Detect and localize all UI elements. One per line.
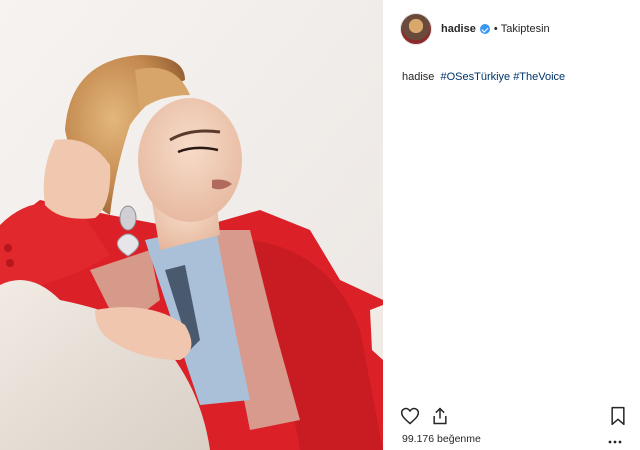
likes-label: beğenme	[437, 433, 481, 445]
post-caption: hadise #OSesTürkiye #TheVoice	[402, 70, 565, 84]
likes-count[interactable]: 99.176 beğenme	[402, 433, 481, 445]
post-photo[interactable]	[0, 0, 383, 450]
post-panel: hadise • Takiptesin hadise #OSesTürkiye #…	[384, 0, 640, 450]
bookmark-icon[interactable]	[609, 406, 627, 431]
follow-status-button[interactable]: Takiptesin	[501, 23, 550, 35]
likes-number: 99.176	[402, 433, 435, 445]
hashtag-link[interactable]: #TheVoice	[513, 71, 565, 83]
hashtag-link[interactable]: #OSesTürkiye	[440, 71, 510, 83]
avatar[interactable]	[400, 13, 432, 45]
heart-icon[interactable]	[400, 406, 420, 431]
separator-dot: •	[493, 23, 498, 35]
portrait-image	[0, 0, 383, 450]
share-icon[interactable]	[430, 406, 450, 431]
caption-username[interactable]: hadise	[402, 71, 434, 83]
verified-badge-icon	[479, 24, 490, 34]
action-bar	[400, 406, 628, 428]
username-link[interactable]: hadise	[441, 23, 476, 35]
post-header: hadise • Takiptesin	[400, 12, 636, 46]
more-options-icon[interactable]	[608, 432, 622, 448]
